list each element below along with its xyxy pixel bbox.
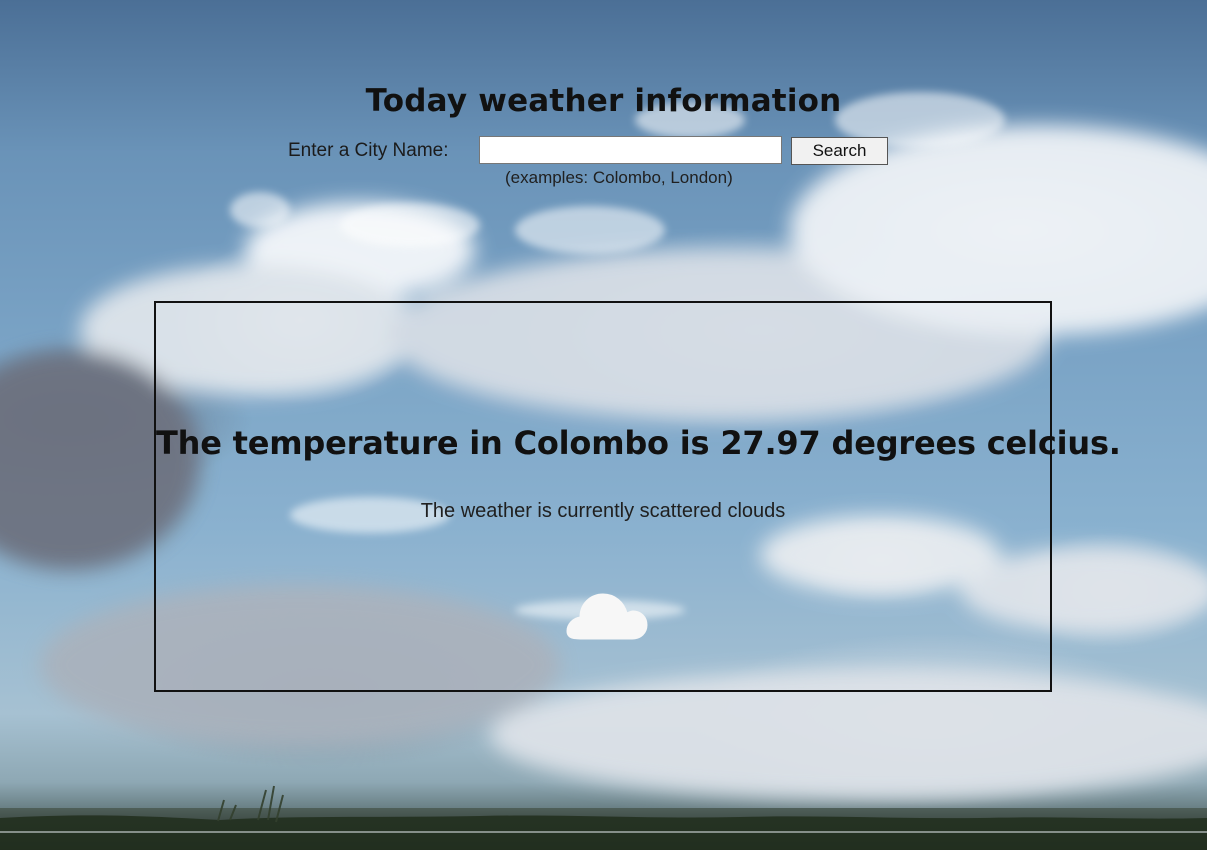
weather-description: The weather is currently scattered cloud… bbox=[420, 500, 786, 522]
search-button[interactable]: Search bbox=[791, 137, 888, 165]
page-title: Today weather information bbox=[365, 82, 842, 119]
city-examples-text: (examples: Colombo, London) bbox=[505, 168, 733, 187]
cloud-icon bbox=[565, 590, 649, 646]
temperature-heading: The temperature in Colombo is 27.97 degr… bbox=[156, 424, 1121, 462]
city-name-label: Enter a City Name: bbox=[288, 140, 449, 161]
city-name-input[interactable] bbox=[479, 136, 782, 164]
weather-result-panel: The temperature in Colombo is 27.97 degr… bbox=[154, 301, 1121, 692]
search-row: Enter a City Name: Search bbox=[288, 136, 908, 168]
